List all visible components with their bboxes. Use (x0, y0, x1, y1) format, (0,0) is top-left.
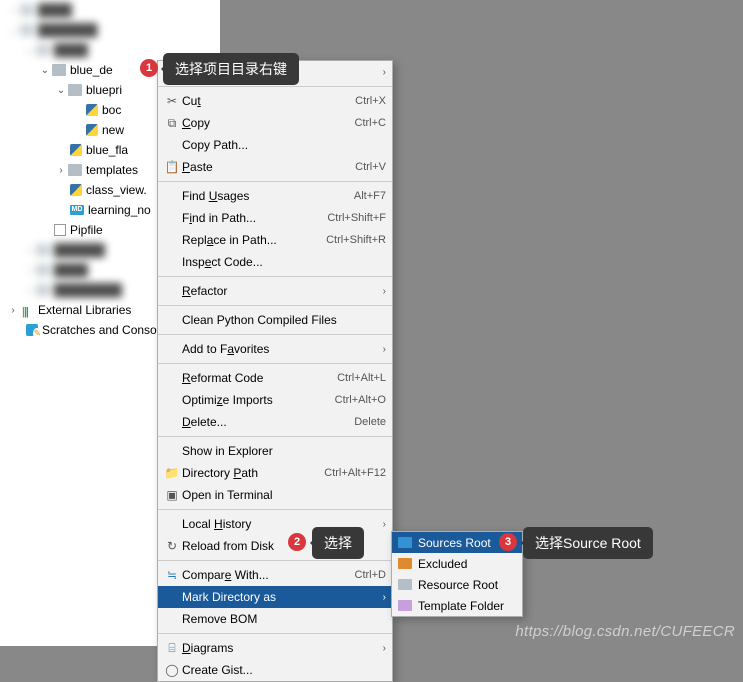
excluded-folder-icon (398, 558, 412, 569)
separator (158, 560, 392, 561)
badge-1: 1 (140, 59, 158, 77)
callout-2: 选择 (312, 527, 364, 559)
template-folder-icon (398, 600, 412, 611)
submenu-template-folder[interactable]: Template Folder (392, 595, 522, 616)
tree-row[interactable]: ⌄███████ (0, 20, 220, 40)
badge-3: 3 (499, 533, 517, 551)
menu-directory-path[interactable]: 📁Directory PathCtrl+Alt+F12 (158, 462, 392, 484)
scratches-icon (26, 324, 38, 336)
tree-label: External Libraries (38, 303, 131, 317)
tree-row[interactable]: ›████ (0, 0, 220, 20)
menu-inspect-code[interactable]: Inspect Code... (158, 251, 392, 273)
separator (158, 363, 392, 364)
tree-label: Scratches and Conso (42, 323, 157, 337)
badge-2: 2 (288, 533, 306, 551)
menu-diagrams[interactable]: ⌸Diagrams› (158, 637, 392, 659)
github-icon: ◯ (162, 663, 182, 677)
libraries-icon (22, 304, 34, 316)
context-menu: New› ✂CutCtrl+X ⧉CopyCtrl+C Copy Path...… (157, 60, 393, 682)
menu-open-terminal[interactable]: ▣Open in Terminal (158, 484, 392, 506)
file-icon (54, 224, 66, 236)
tree-label: blue_de (70, 63, 113, 77)
tree-label: templates (86, 163, 138, 177)
menu-mark-directory-as[interactable]: Mark Directory as› (158, 586, 392, 608)
menu-copy[interactable]: ⧉CopyCtrl+C (158, 112, 392, 134)
callout-3: 选择Source Root (523, 527, 653, 559)
separator (158, 181, 392, 182)
tree-label: Pipfile (70, 223, 103, 237)
python-file-icon (86, 124, 98, 136)
menu-clean-pyc[interactable]: Clean Python Compiled Files (158, 309, 392, 331)
diagram-icon: ⌸ (162, 641, 182, 656)
menu-copy-path[interactable]: Copy Path... (158, 134, 392, 156)
submenu-label: Sources Root (418, 536, 491, 550)
submenu-excluded[interactable]: Excluded (392, 553, 522, 574)
menu-find-usages[interactable]: Find UsagesAlt+F7 (158, 185, 392, 207)
menu-delete[interactable]: Delete...Delete (158, 411, 392, 433)
cut-icon: ✂ (162, 94, 182, 108)
tree-label: blue_fla (86, 143, 128, 157)
compare-icon: ≒ (162, 568, 182, 582)
menu-remove-bom[interactable]: Remove BOM (158, 608, 392, 630)
menu-add-favorites[interactable]: Add to Favorites› (158, 338, 392, 360)
folder-icon: 📁 (162, 466, 182, 480)
tree-label: class_view. (86, 183, 147, 197)
resource-folder-icon (398, 579, 412, 590)
tree-label: new (102, 123, 124, 137)
python-file-icon (86, 104, 98, 116)
tree-label: boc (102, 103, 121, 117)
separator (158, 86, 392, 87)
separator (158, 334, 392, 335)
menu-create-gist[interactable]: ◯Create Gist... (158, 659, 392, 681)
separator (158, 633, 392, 634)
menu-paste[interactable]: 📋PasteCtrl+V (158, 156, 392, 178)
menu-cut[interactable]: ✂CutCtrl+X (158, 90, 392, 112)
separator (158, 305, 392, 306)
menu-compare-with[interactable]: ≒Compare With...Ctrl+D (158, 564, 392, 586)
submenu-label: Template Folder (418, 599, 504, 613)
markdown-file-icon: MD (70, 205, 84, 215)
menu-replace-in-path[interactable]: Replace in Path...Ctrl+Shift+R (158, 229, 392, 251)
menu-find-in-path[interactable]: Find in Path...Ctrl+Shift+F (158, 207, 392, 229)
reload-icon: ↻ (162, 539, 182, 553)
submenu-label: Resource Root (418, 578, 498, 592)
menu-optimize-imports[interactable]: Optimize ImportsCtrl+Alt+O (158, 389, 392, 411)
tree-label: learning_no (88, 203, 151, 217)
tree-label: bluepri (86, 83, 122, 97)
menu-reformat-code[interactable]: Reformat CodeCtrl+Alt+L (158, 367, 392, 389)
python-file-icon (70, 144, 82, 156)
callout-1: 选择项目目录右键 (163, 53, 299, 85)
paste-icon: 📋 (162, 160, 182, 174)
sources-folder-icon (398, 537, 412, 548)
separator (158, 436, 392, 437)
python-file-icon (70, 184, 82, 196)
terminal-icon: ▣ (162, 488, 182, 502)
watermark: https://blog.csdn.net/CUFEECR (515, 623, 735, 640)
submenu-resource-root[interactable]: Resource Root (392, 574, 522, 595)
menu-show-explorer[interactable]: Show in Explorer (158, 440, 392, 462)
copy-icon: ⧉ (162, 116, 182, 131)
submenu-label: Excluded (418, 557, 467, 571)
separator (158, 276, 392, 277)
menu-refactor[interactable]: Refactor› (158, 280, 392, 302)
separator (158, 509, 392, 510)
